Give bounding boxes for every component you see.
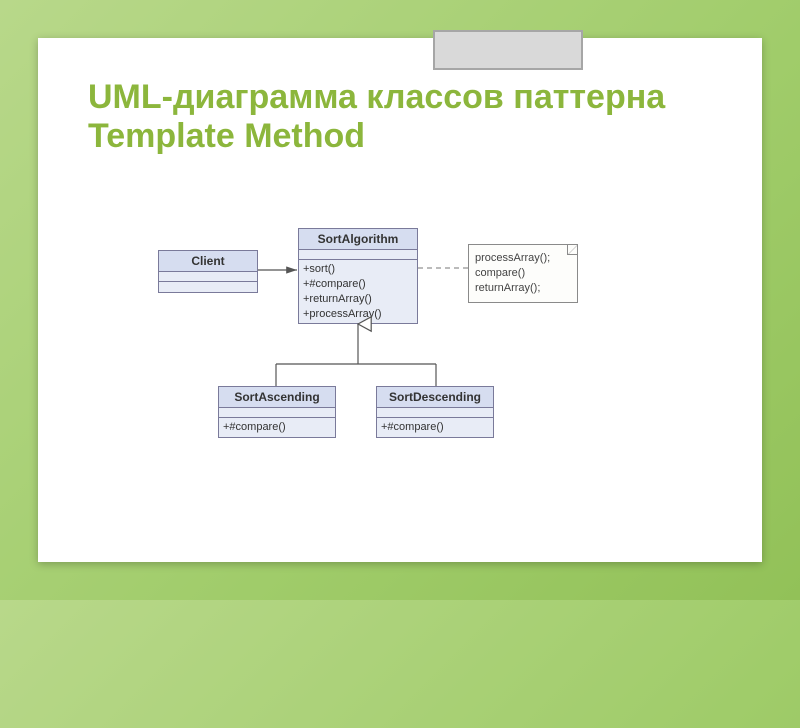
class-client-name: Client xyxy=(159,251,257,272)
note: processArray(); compare() returnArray(); xyxy=(468,244,578,303)
note-line: compare() xyxy=(475,266,569,281)
slide-canvas: UML-диаграмма классов паттерна Template … xyxy=(38,38,762,562)
op: +returnArray() xyxy=(303,292,413,307)
op: +processArray() xyxy=(303,307,413,322)
op: +#compare() xyxy=(381,420,489,435)
note-line: processArray(); xyxy=(475,251,569,266)
op: +#compare() xyxy=(303,277,413,292)
class-sort-ascending-name: SortAscending xyxy=(219,387,335,408)
class-sort-descending: SortDescending +#compare() xyxy=(376,386,494,438)
class-client: Client xyxy=(158,250,258,293)
class-sort-algorithm-ops: +sort() +#compare() +returnArray() +proc… xyxy=(299,260,417,323)
note-fold-icon xyxy=(567,245,577,255)
uml-diagram: Client SortAlgorithm +sort() +#compare()… xyxy=(118,208,800,728)
slide-title: UML-диаграмма классов паттерна Template … xyxy=(88,78,722,156)
class-sort-ascending-attrs xyxy=(219,408,335,418)
class-sort-descending-ops: +#compare() xyxy=(377,418,493,437)
class-sort-algorithm-attrs xyxy=(299,250,417,260)
class-sort-ascending-ops: +#compare() xyxy=(219,418,335,437)
class-sort-descending-name: SortDescending xyxy=(377,387,493,408)
op: +#compare() xyxy=(223,420,331,435)
class-sort-ascending: SortAscending +#compare() xyxy=(218,386,336,438)
class-sort-algorithm: SortAlgorithm +sort() +#compare() +retur… xyxy=(298,228,418,324)
op: +sort() xyxy=(303,262,413,277)
class-client-attrs xyxy=(159,272,257,282)
note-line: returnArray(); xyxy=(475,281,569,296)
class-sort-algorithm-name: SortAlgorithm xyxy=(299,229,417,250)
class-client-ops xyxy=(159,282,257,292)
class-sort-descending-attrs xyxy=(377,408,493,418)
decor-header-box xyxy=(433,30,583,70)
